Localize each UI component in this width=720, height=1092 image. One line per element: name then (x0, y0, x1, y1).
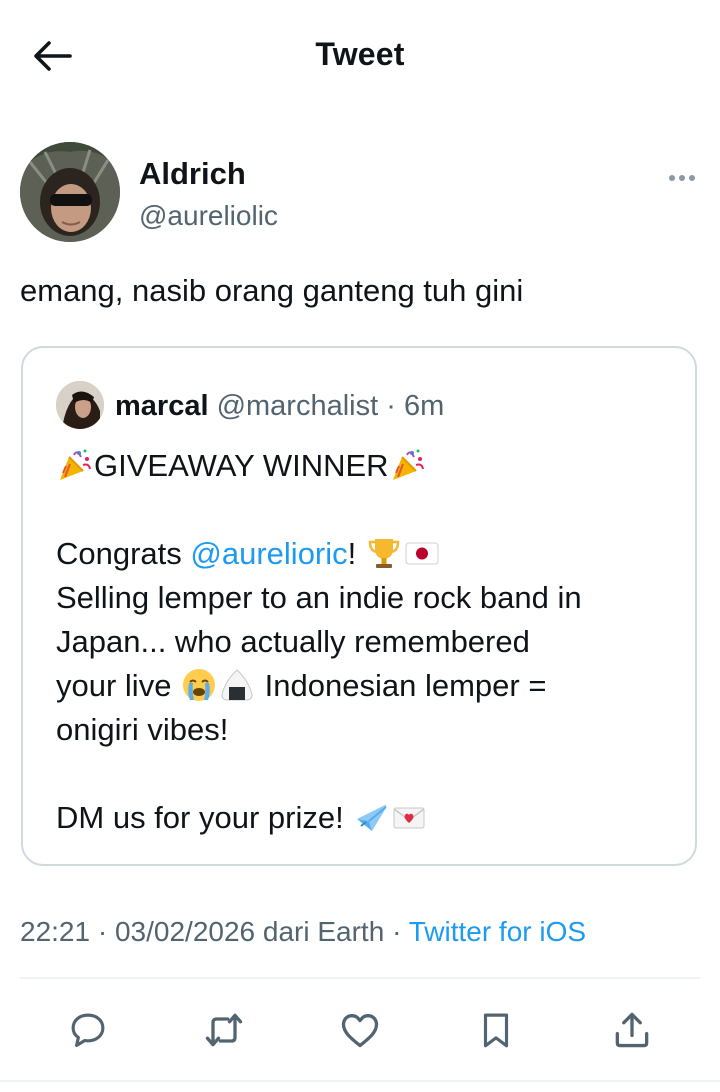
author-name[interactable]: Aldrich (139, 156, 246, 192)
author-handle[interactable]: @aureliolic (139, 200, 278, 232)
separator: · (386, 390, 396, 422)
tweet-text: emang, nasib orang ganteng tuh gini (20, 273, 524, 308)
quoted-line-4: Japan... who actually remembered (56, 624, 530, 659)
mention-link[interactable]: @aurelioric (190, 536, 347, 571)
tweet-meta: 22:21 · 03/02/2026 dari Earth · Twitter … (20, 916, 587, 947)
divider (20, 977, 700, 979)
quoted-text: GIVEAWAY WINNER Congrats @aurelioric! Se… (56, 444, 686, 840)
quoted-avatar[interactable] (56, 381, 104, 429)
arrow-left-icon (34, 41, 72, 71)
top-bar: Tweet (0, 0, 720, 112)
quoted-name[interactable]: marcal (115, 390, 209, 422)
quoted-header: marcal @marchalist · 6m (115, 386, 444, 426)
tweet-time: 22:21 (20, 916, 91, 947)
like-button[interactable] (336, 1006, 384, 1054)
bookmark-button[interactable] (472, 1006, 520, 1054)
bottom-divider (0, 1080, 720, 1082)
back-button[interactable] (30, 36, 74, 76)
heart-icon (341, 1014, 379, 1048)
tweet-date: 03/02/2026 (114, 916, 256, 947)
quoted-handle[interactable]: @marchalist (217, 390, 379, 422)
quoted-line-6: onigiri vibes! (56, 712, 229, 747)
bookmark-icon (483, 1013, 509, 1048)
rice-ball-icon (221, 669, 253, 701)
share-button[interactable] (608, 1006, 656, 1054)
party-popper-icon (392, 449, 424, 480)
retweet-button[interactable] (200, 1006, 248, 1054)
reply-icon (71, 1013, 105, 1047)
avatar[interactable] (20, 142, 120, 242)
reply-button[interactable] (64, 1006, 112, 1054)
quoted-line-3: Selling lemper to an indie rock band in (56, 580, 582, 615)
tweet-source-link[interactable]: Twitter for iOS (409, 916, 586, 947)
japan-flag-icon (405, 542, 439, 565)
quoted-line-2: Congrats @aurelioric! (56, 532, 686, 576)
quoted-line-5: your live Indonesian lemper = (56, 668, 547, 703)
quoted-line-1: GIVEAWAY WINNER (56, 444, 686, 488)
tweet-location: dari Earth (262, 916, 385, 947)
more-button[interactable] (662, 168, 702, 188)
retweet-icon (205, 1013, 243, 1047)
love-letter-icon (393, 807, 425, 829)
giveaway-title: GIVEAWAY WINNER (94, 448, 389, 483)
more-horizontal-icon (669, 175, 675, 181)
share-icon (615, 1012, 649, 1048)
crying-face-icon (183, 669, 216, 701)
party-popper-icon (60, 449, 91, 480)
airplane-icon (357, 805, 387, 831)
quoted-tweet-card[interactable]: marcal @marchalist · 6m GIVEAWAY WINNER (21, 346, 697, 866)
quoted-time: 6m (403, 390, 445, 422)
tweet-author: Aldrich @aureliolic (20, 142, 700, 246)
trophy-icon (368, 539, 400, 568)
action-bar (0, 1000, 720, 1064)
quoted-line-8: DM us for your prize! (56, 796, 686, 840)
page-title: Tweet (315, 36, 405, 72)
